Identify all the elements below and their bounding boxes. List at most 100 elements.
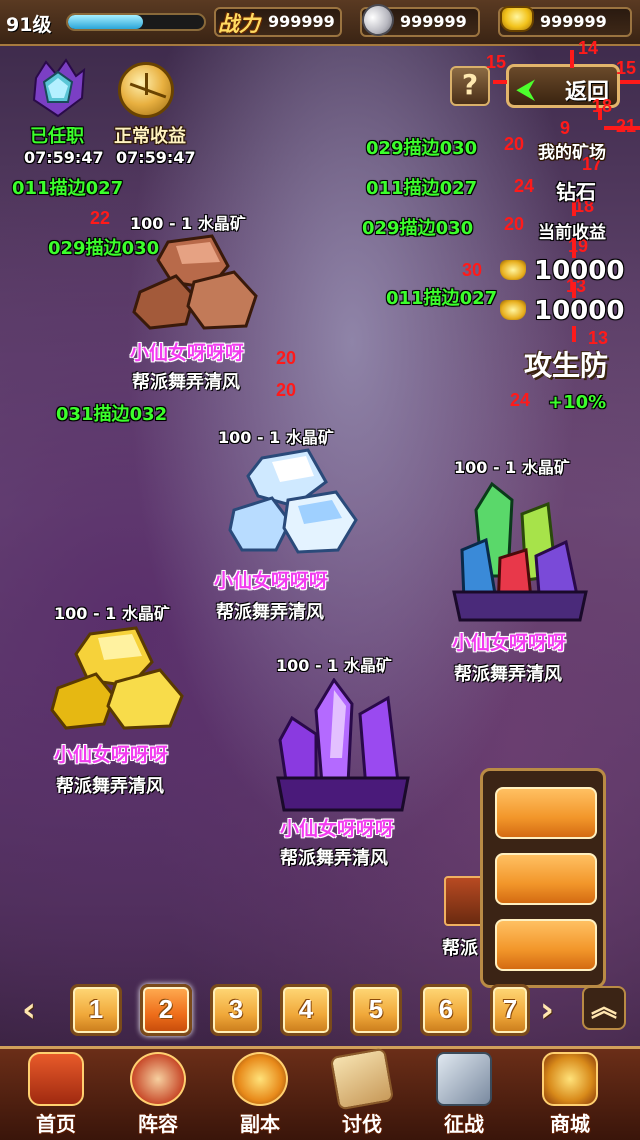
sword-shield-icon	[436, 1052, 492, 1106]
power-label: 战力	[218, 12, 260, 36]
income-timer: 07:59:47	[116, 148, 196, 167]
income-value-2: 10000	[534, 296, 625, 326]
mine-title: 100 - 1 水晶矿	[54, 604, 170, 623]
mine-guild: 帮派舞弄清风	[280, 848, 388, 869]
spacing-label: 14	[578, 38, 599, 58]
mine-title: 100 - 1 水晶矿	[454, 458, 570, 477]
nav-label: 阵容	[138, 1112, 178, 1136]
page-button-1[interactable]: 1	[70, 984, 122, 1036]
nav-label: 讨伐	[342, 1112, 382, 1136]
nav-label: 首页	[36, 1112, 76, 1136]
player-level: 91级	[6, 14, 52, 36]
spacing-label: 15	[486, 52, 507, 72]
spacing-label: 21	[616, 116, 637, 136]
collapse-menu-icon[interactable]: ︽	[582, 986, 626, 1030]
mine-rainbow-crystal[interactable]	[452, 480, 588, 624]
dungeon-icon	[232, 1052, 288, 1106]
spacing-label: 30	[462, 260, 483, 280]
spacing-label: 24	[514, 176, 535, 196]
nav-lineup[interactable]: 阵容	[112, 1046, 204, 1140]
mine-gold[interactable]	[50, 624, 186, 734]
mine-owner: 小仙女呀呀呀	[54, 744, 169, 766]
spacing-label: 20	[504, 134, 525, 154]
xp-bar-fill	[68, 15, 143, 29]
mine-owner: 小仙女呀呀呀	[280, 818, 395, 840]
side-menu-button-2[interactable]	[495, 853, 597, 905]
diamond-label: 钻石	[556, 180, 596, 204]
next-page-arrow-icon[interactable]: ›	[540, 990, 554, 1030]
nav-label: 征战	[444, 1112, 484, 1136]
gold-ingot-icon	[500, 260, 526, 280]
lineup-icon	[130, 1052, 186, 1106]
stroke-note: 011描边027	[366, 178, 478, 199]
atk-def-label: 攻生防	[524, 349, 609, 382]
guide-line	[572, 326, 576, 342]
mine-owner: 小仙女呀呀呀	[130, 342, 245, 364]
mine-brown[interactable]	[130, 232, 264, 336]
spacing-label: 24	[510, 390, 531, 410]
normal-income-label: 正常收益	[114, 126, 186, 147]
spacing-label: 18	[592, 96, 613, 116]
mine-guild-partial: 帮派	[442, 938, 478, 959]
stroke-note: 011描边027	[386, 288, 498, 309]
mine-owner: 小仙女呀呀呀	[452, 632, 567, 654]
mine-diamond[interactable]	[228, 446, 362, 562]
current-income-label: 当前收益	[538, 223, 606, 243]
stroke-note: 029描边030	[366, 138, 478, 159]
nav-home[interactable]: 首页	[10, 1046, 102, 1140]
mine-purple-crystal[interactable]	[276, 677, 410, 814]
page-button-2[interactable]: 2	[140, 984, 192, 1036]
stroke-note: 031描边032	[56, 404, 168, 425]
xp-bar	[66, 13, 206, 31]
gold-ingot-icon	[500, 6, 534, 32]
stroke-note: 011描边027	[12, 178, 124, 199]
back-arrow-icon: ⮜	[517, 75, 535, 103]
my-mine-label: 我的矿场	[538, 143, 606, 163]
page-button-5[interactable]: 5	[350, 984, 402, 1036]
page-button-3[interactable]: 3	[210, 984, 262, 1036]
page-button-7[interactable]: 7	[490, 984, 530, 1036]
spacing-label: 20	[504, 214, 525, 234]
nav-campaign[interactable]: 征战	[418, 1046, 510, 1140]
guild-building	[444, 876, 484, 926]
mine-title: 100 - 1 水晶矿	[276, 656, 392, 675]
mine-guild: 帮派舞弄清风	[454, 664, 562, 685]
spacing-label: 9	[560, 118, 571, 138]
mine-guild: 帮派舞弄清风	[216, 602, 324, 623]
bonus-value: +10%	[548, 392, 607, 413]
shop-icon	[542, 1052, 598, 1106]
guide-line	[620, 80, 640, 84]
scroll-icon	[329, 1047, 395, 1111]
nav-crusade[interactable]: 讨伐	[316, 1046, 408, 1140]
mine-owner: 小仙女呀呀呀	[214, 570, 329, 592]
mine-guild: 帮派舞弄清风	[132, 372, 240, 393]
help-button[interactable]: ?	[450, 66, 490, 106]
nav-label: 商城	[550, 1112, 590, 1136]
home-icon	[28, 1052, 84, 1106]
prev-page-arrow-icon[interactable]: ‹	[22, 990, 36, 1030]
side-menu-panel	[480, 768, 606, 988]
spacing-label: 20	[276, 380, 297, 400]
income-value-1: 10000	[534, 256, 625, 286]
mine-guild: 帮派舞弄清风	[56, 776, 164, 797]
nav-label: 副本	[240, 1112, 280, 1136]
page-button-4[interactable]: 4	[280, 984, 332, 1036]
spacing-label: 22	[90, 208, 111, 228]
gold-value: 999999	[540, 12, 607, 31]
spacing-label: 15	[616, 58, 637, 78]
nav-shop[interactable]: 商城	[524, 1046, 616, 1140]
page-button-6[interactable]: 6	[420, 984, 472, 1036]
appointed-timer: 07:59:47	[24, 148, 104, 167]
side-menu-button-3[interactable]	[495, 919, 597, 971]
mine-title: 100 - 1 水晶矿	[218, 428, 334, 447]
silver-value: 999999	[400, 12, 467, 31]
mine-title: 100 - 1 水晶矿	[130, 214, 246, 233]
nav-dungeon[interactable]: 副本	[214, 1046, 306, 1140]
gold-ingot-icon	[500, 300, 526, 320]
income-dial-icon[interactable]	[118, 62, 174, 118]
spacing-label: 20	[276, 348, 297, 368]
side-menu-button-1[interactable]	[495, 787, 597, 839]
guide-line	[570, 50, 574, 68]
guide-line	[493, 80, 507, 84]
appointed-crystal-icon[interactable]	[26, 58, 90, 120]
